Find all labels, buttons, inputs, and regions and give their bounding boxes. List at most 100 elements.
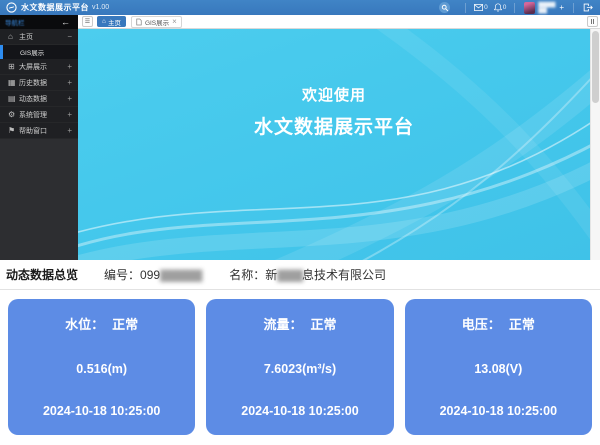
main-area: ⌂ 主页 − GIS展示 ⊞ 大屏展示 + ▦ 历史数据 + [0,29,600,260]
sidebar-subitem-gis[interactable]: GIS展示 [0,45,78,59]
vertical-scrollbar[interactable] [590,29,600,260]
expand-icon: + [67,94,72,103]
mail-icon [474,4,483,11]
sidebar-item-home[interactable]: ⌂ 主页 − [0,29,78,45]
name-prefix: 新 [265,266,277,283]
divider [465,3,466,13]
station-name: 名称： 新 ▇▇▇ 息技术有限公司 [229,266,386,283]
sidebar-header: 导航栏 ← [0,15,78,29]
collapse-sidebar-arrow[interactable]: ← [61,18,70,27]
metric-value: 13.08(V) [474,362,522,376]
messages-button[interactable]: 0 [474,4,488,11]
sidebar-item-help[interactable]: ⚑ 帮助窗口 + [0,123,78,139]
expand-icon: + [67,110,72,119]
expand-icon: + [67,62,72,71]
serial-value-visible: 099 [140,268,160,282]
expand-icon: + [67,78,72,87]
name-label: 名称： [229,266,265,283]
user-menu-expand[interactable]: + [559,3,564,12]
sidebar-menu: ⌂ 主页 − GIS展示 ⊞ 大屏展示 + ▦ 历史数据 + [0,29,78,139]
welcome-line1: 欢迎使用 [78,84,590,105]
sidebar-item-label: 系统管理 [19,110,47,120]
card-title: 流量： 正常 [263,314,336,333]
app-logo-icon [6,2,17,13]
overview-title: 动态数据总览 [6,266,78,283]
serial-label: 编号： [104,266,140,283]
metric-value: 0.516(m) [76,362,127,376]
scrollbar-thumb[interactable] [592,31,599,103]
notifications-count: 0 [503,4,507,11]
home-icon: ⌂ [8,32,19,41]
welcome-message: 欢迎使用 水文数据展示平台 [78,84,590,139]
tab-label: GIS展示 [145,17,169,27]
flag-icon: ⚑ [8,126,19,135]
metric-timestamp: 2024-10-18 10:25:00 [440,404,557,418]
screen-icon: ⊞ [8,62,19,71]
card-title: 电压： 正常 [462,314,535,333]
sidebar-item-label: 帮助窗口 [19,126,47,136]
second-row: 导航栏 ← ☰ ⌂ 主页 GIS展示 × [0,15,600,29]
app-version: v1.00 [92,4,109,11]
sidebar-subitem-label: GIS展示 [20,47,44,57]
divider [573,3,574,13]
collapse-icon: − [67,32,72,41]
logout-button[interactable] [583,3,593,12]
sidebar-header-label: 导航栏 [5,17,25,27]
metric-value: 7.6023(m³/s) [264,362,336,376]
welcome-line2: 水文数据展示平台 [78,112,590,139]
metric-label: 电压： [462,314,501,333]
sidebar-item-label: 历史数据 [19,78,47,88]
user-name-line1: ▇▇▇▇ [538,2,555,8]
table-icon: ▤ [8,94,19,103]
name-suffix: 息技术有限公司 [302,266,386,283]
overview-header: 动态数据总览 编号： 099 ▇▇▇▇▇ 名称： 新 ▇▇▇ 息技术有限公司 [0,260,600,290]
gear-icon: ⚙ [8,110,19,119]
metric-timestamp: 2024-10-18 10:25:00 [241,404,358,418]
search-button[interactable] [439,2,450,13]
menu-toggle-button[interactable]: ☰ [82,16,93,27]
user-avatar[interactable] [524,2,535,14]
bell-icon [494,3,502,12]
sidebar-item-label: 主页 [19,32,33,42]
logout-icon [583,3,593,12]
home-tab-button[interactable]: ⌂ 主页 [97,16,126,27]
home-tab-label: 主页 [108,17,121,27]
sidebar-item-label: 动态数据 [19,94,47,104]
tab-gis[interactable]: GIS展示 × [131,16,182,28]
sidebar-item-system[interactable]: ⚙ 系统管理 + [0,107,78,123]
app-window: 水文数据展示平台 v1.00 0 [0,0,600,445]
notifications-button[interactable]: 0 [494,3,507,12]
station-serial: 编号： 099 ▇▇▇▇▇ [104,266,201,283]
sidebar-item-dynamic[interactable]: ▤ 动态数据 + [0,91,78,107]
status-badge: 正常 [112,314,138,333]
card-flow: 流量： 正常 7.6023(m³/s) 2024-10-18 10:25:00 [206,299,393,435]
status-badge: 正常 [509,314,535,333]
serial-value-redacted: ▇▇▇▇▇ [160,268,201,282]
welcome-panel: 欢迎使用 水文数据展示平台 [78,29,600,260]
metric-label: 流量： [263,314,302,333]
topbar-right-group: 0 0 ▇▇▇▇ ▇▇ + [439,0,600,15]
sidebar-item-screen[interactable]: ⊞ 大屏展示 + [0,59,78,75]
sidebar: ⌂ 主页 − GIS展示 ⊞ 大屏展示 + ▦ 历史数据 + [0,29,78,260]
tab-close-icon[interactable]: × [172,18,177,26]
document-icon [136,18,142,26]
divider [514,3,515,13]
hamburger-icon: ☰ [85,18,90,25]
metric-cards: 水位： 正常 0.516(m) 2024-10-18 10:25:00 流量： … [0,290,600,435]
messages-count: 0 [484,4,488,11]
sidebar-item-label: 大屏展示 [19,62,47,72]
user-name[interactable]: ▇▇▇▇ ▇▇ [538,2,555,14]
search-icon [441,4,449,12]
dynamic-data-overview: 动态数据总览 编号： 099 ▇▇▇▇▇ 名称： 新 ▇▇▇ 息技术有限公司 水… [0,260,600,445]
home-icon: ⌂ [102,18,106,25]
app-title: 水文数据展示平台 [21,2,89,13]
history-icon: ▦ [8,78,19,87]
user-name-line2: ▇▇ [538,8,555,14]
status-badge: 正常 [310,314,336,333]
name-redacted: ▇▇▇ [277,268,302,282]
card-water-level: 水位： 正常 0.516(m) 2024-10-18 10:25:00 [8,299,195,435]
card-title: 水位： 正常 [65,314,138,333]
sidebar-item-history[interactable]: ▦ 历史数据 + [0,75,78,91]
expand-icon: + [67,126,72,135]
tab-options-button[interactable] [587,16,598,27]
